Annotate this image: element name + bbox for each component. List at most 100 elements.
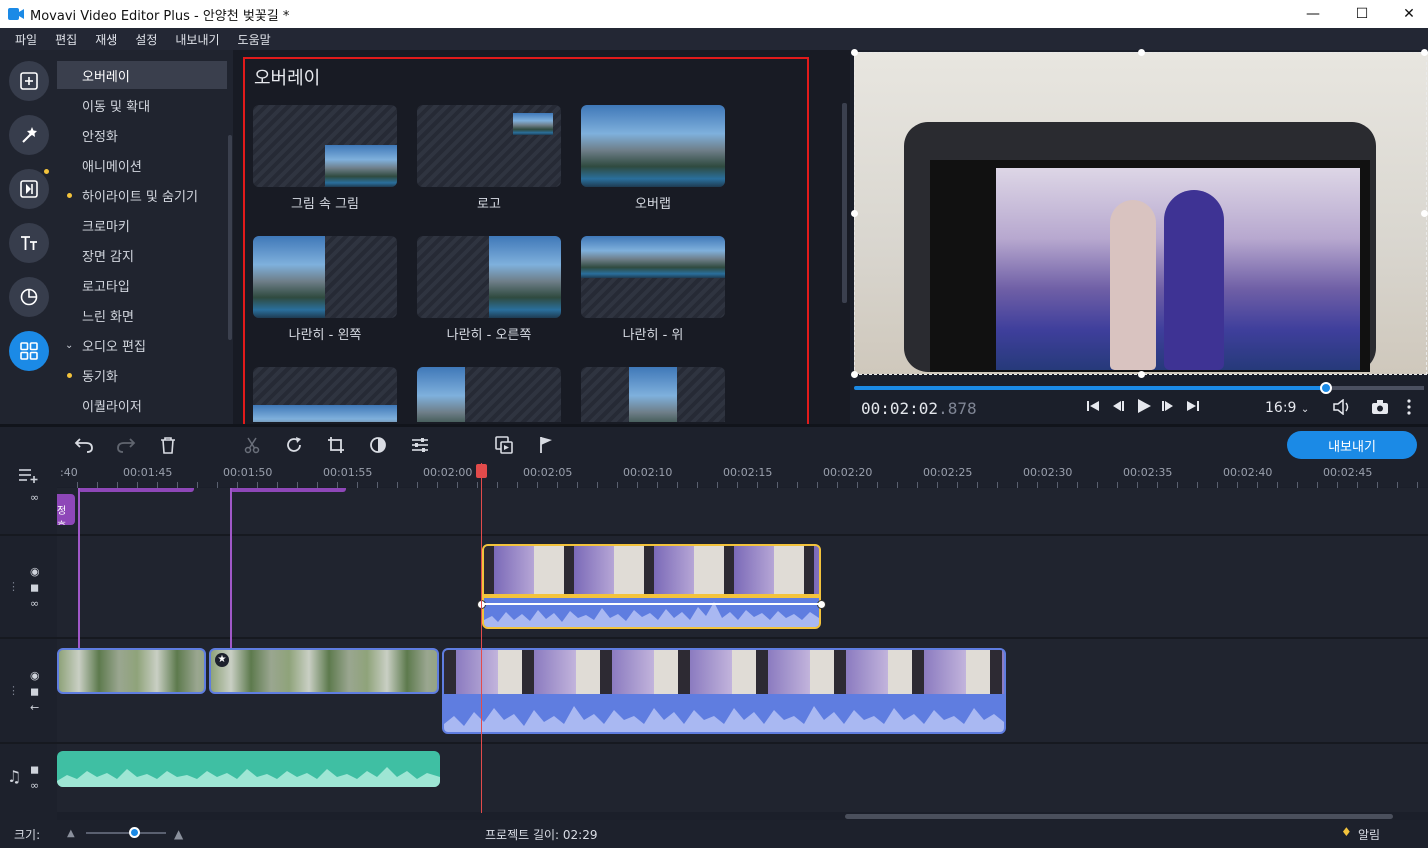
maximize-button[interactable]: ☐ [1339, 0, 1385, 28]
menu-play[interactable]: 재생 [95, 31, 117, 48]
tool-item-pan-zoom[interactable]: 이동 및 확대 [57, 91, 227, 119]
crop-button[interactable] [325, 434, 347, 456]
overlay-video-clip[interactable] [482, 544, 821, 629]
add-track-button[interactable] [18, 467, 40, 486]
selection-box[interactable] [854, 52, 1427, 375]
resize-handle[interactable] [851, 371, 858, 378]
snapshot-button[interactable] [1371, 399, 1389, 419]
tool-item-sync[interactable]: 동기화 [57, 361, 227, 389]
tool-item-audio-editing[interactable]: ⌄ 오디오 편집 [57, 331, 227, 359]
volume-button[interactable] [1333, 398, 1353, 419]
link-icon[interactable]: ∞ [30, 491, 39, 504]
export-button[interactable]: 내보내기 [1287, 431, 1417, 459]
overlay-logo-thumb[interactable] [417, 105, 561, 187]
color-adjust-button[interactable] [367, 434, 389, 456]
bell-icon[interactable]: ♦ [1341, 825, 1352, 839]
panel-scrollbar[interactable] [842, 103, 847, 303]
menu-export[interactable]: 내보내기 [175, 31, 219, 48]
tool-item-highlight-conceal[interactable]: 하이라이트 및 숨기기 [57, 181, 227, 209]
playhead[interactable] [481, 463, 482, 813]
zoom-slider-knob[interactable] [129, 827, 140, 838]
tool-item-chroma-key[interactable]: 크로마키 [57, 211, 227, 239]
resize-handle[interactable] [1138, 49, 1145, 56]
menu-edit[interactable]: 편집 [55, 31, 77, 48]
marker-button[interactable] [535, 434, 557, 456]
title-duration-bar[interactable] [78, 488, 194, 492]
zoom-out-icon[interactable]: ▲ [67, 828, 75, 839]
tool-item-slow-motion[interactable]: 느린 화면 [57, 301, 227, 329]
minimize-button[interactable]: — [1290, 0, 1336, 28]
arrow-left-icon[interactable]: ← [30, 701, 39, 714]
tool-item-logo[interactable]: 로고타입 [57, 271, 227, 299]
resize-handle[interactable] [851, 210, 858, 217]
tool-item-animation[interactable]: 애니메이션 [57, 151, 227, 179]
resize-handle[interactable] [1421, 210, 1428, 217]
tool-item-overlay[interactable]: 오버레이 [57, 61, 227, 89]
undo-button[interactable] [73, 434, 95, 456]
menu-help[interactable]: 도움말 [238, 31, 271, 48]
delete-button[interactable] [157, 434, 179, 456]
tool-item-scene-detection[interactable]: 장면 감지 [57, 241, 227, 269]
speaker-icon[interactable]: ◼ [30, 581, 39, 594]
skip-end-button[interactable] [1186, 399, 1200, 417]
link-icon[interactable]: ∞ [30, 597, 39, 610]
overlay-pip-thumb[interactable] [253, 105, 397, 187]
zoom-in-icon[interactable]: ▲ [174, 827, 183, 841]
title-clip[interactable]: 정호 [57, 494, 75, 525]
tool-item-equalizer[interactable]: 이퀄라이저 [57, 391, 227, 419]
overlay-side-top-thumb[interactable] [581, 236, 725, 318]
skip-start-button[interactable] [1086, 399, 1100, 417]
playback-knob[interactable] [1320, 382, 1332, 394]
zoom-slider[interactable] [86, 832, 166, 834]
timeline-scrollbar[interactable] [845, 814, 1393, 819]
playback-progress-remaining[interactable] [1326, 386, 1424, 390]
title-duration-bar[interactable] [230, 488, 346, 492]
music-clip[interactable] [57, 751, 440, 787]
playhead-handle[interactable] [476, 464, 487, 478]
video-with-audio-clip[interactable] [442, 648, 1006, 734]
speaker-icon[interactable]: ◼ [30, 685, 39, 698]
playback-progress[interactable] [854, 386, 1326, 390]
titles-button[interactable] [9, 223, 49, 263]
close-button[interactable]: ✕ [1386, 0, 1428, 28]
video-clip[interactable] [57, 648, 206, 694]
resize-handle[interactable] [851, 49, 858, 56]
clip-properties-button[interactable] [409, 434, 431, 456]
notifications-label[interactable]: 알림 [1358, 826, 1380, 843]
resize-handle[interactable] [1138, 371, 1145, 378]
rotate-button[interactable] [283, 434, 305, 456]
volume-line[interactable] [482, 603, 821, 605]
prev-frame-button[interactable] [1111, 399, 1125, 417]
video-clip[interactable]: ★ [209, 648, 439, 694]
overlay-side-right-thumb[interactable] [417, 236, 561, 318]
overlay-split-center-thumb[interactable] [581, 367, 725, 422]
overlay-side-bottom-thumb[interactable] [253, 367, 397, 422]
overlay-side-left-thumb[interactable] [253, 236, 397, 318]
more-tools-button[interactable] [9, 331, 49, 371]
overlay-overlap-thumb[interactable] [581, 105, 725, 187]
speaker-icon[interactable]: ◼ [30, 763, 39, 776]
overlay-insert-button[interactable] [493, 434, 515, 456]
filters-button[interactable] [9, 115, 49, 155]
overlay-split-left-thumb[interactable] [417, 367, 561, 422]
transitions-button[interactable] [9, 169, 49, 209]
next-frame-button[interactable] [1161, 399, 1175, 417]
resize-handle[interactable] [1421, 49, 1428, 56]
tool-item-stabilization[interactable]: 안정화 [57, 121, 227, 149]
import-button[interactable] [9, 61, 49, 101]
tool-list-scrollbar[interactable] [228, 135, 232, 340]
aspect-ratio-select[interactable]: 16:9 ⌄ [1265, 400, 1309, 416]
play-button[interactable] [1136, 398, 1152, 418]
eye-icon[interactable]: ◉ [30, 565, 40, 578]
eye-icon[interactable]: ◉ [30, 669, 40, 682]
menu-file[interactable]: 파일 [15, 31, 37, 48]
more-options-button[interactable] [1405, 399, 1413, 419]
drag-handle-icon[interactable]: ⋮ [8, 580, 19, 593]
link-icon[interactable]: ∞ [30, 779, 39, 792]
menu-settings[interactable]: 설정 [135, 31, 157, 48]
drag-handle-icon[interactable]: ⋮ [8, 684, 19, 697]
stickers-button[interactable] [9, 277, 49, 317]
split-button[interactable] [241, 434, 263, 456]
title-track[interactable] [57, 488, 1428, 534]
redo-button[interactable] [115, 434, 137, 456]
